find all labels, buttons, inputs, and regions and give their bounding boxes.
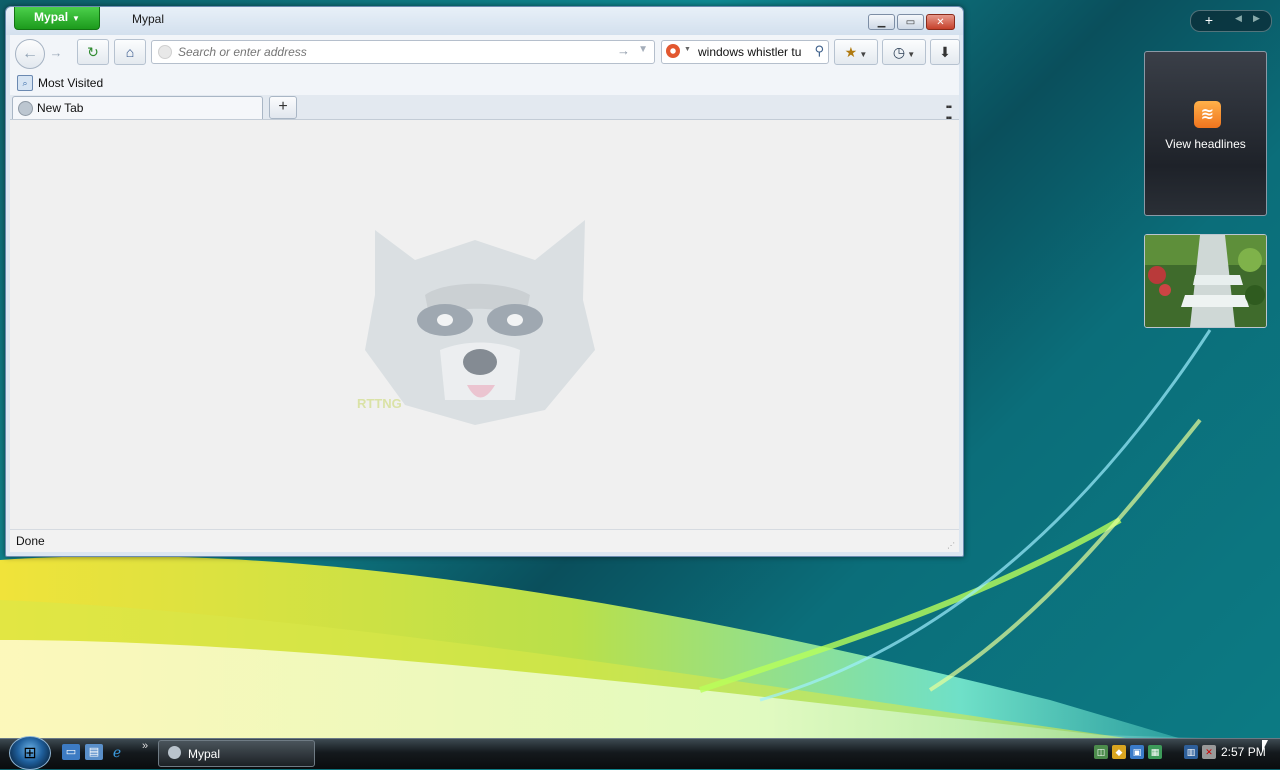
search-input[interactable] <box>698 44 806 60</box>
taskbar-button-label: Mypal <box>188 747 221 761</box>
internet-explorer-icon[interactable]: ℯ <box>108 744 126 760</box>
history-dropdown-icon[interactable]: ▼ <box>638 44 648 55</box>
maximize-icon: ▭ <box>905 16 916 28</box>
status-bar: Done ⋰ <box>10 529 959 552</box>
bookmarks-menu-button[interactable]: ★ ▼ <box>834 39 878 65</box>
minimize-icon: ▁ <box>877 16 886 28</box>
reload-icon: ↻ <box>87 44 99 60</box>
windows-logo-icon: ⊞ <box>23 745 37 762</box>
bookmarks-toolbar: ⌕ Most Visited <box>10 73 959 95</box>
close-button[interactable]: ✕ <box>926 14 955 30</box>
mascot-logo-text: RTTNG <box>357 396 402 411</box>
browser-window: Mypal▼ Mypal ▁ ▭ ✕ ← → ↻ ⌂ → ▼ ▼ ⚲ ★ ▼ ◷… <box>5 6 964 557</box>
system-clock[interactable]: 2:57 PM <box>1221 745 1266 759</box>
update-tray-icon[interactable]: ▣ <box>1130 745 1144 759</box>
forward-arrow-icon: → <box>49 45 63 60</box>
tab-label: New Tab <box>37 101 84 115</box>
chevron-down-icon: ▼ <box>905 50 916 59</box>
title-bar[interactable]: Mypal ▼ Mypal ▁ ▭ ✕ <box>6 7 963 35</box>
plus-icon: + <box>278 98 288 115</box>
system-tray: ◫ ◆ ▣ ▦ ▥ ✕ <box>1094 742 1216 762</box>
history-button[interactable]: ◷ ▼ <box>882 39 926 65</box>
page-identity-icon <box>158 45 172 59</box>
tab-new-tab[interactable]: New Tab <box>12 96 263 119</box>
feed-headlines-gadget[interactable]: ≋ View headlines <box>1144 51 1267 216</box>
history-clock-icon: ◷ <box>892 44 906 60</box>
minimize-button[interactable]: ▁ <box>868 14 895 30</box>
home-button[interactable]: ⌂ <box>114 39 146 65</box>
rss-feed-icon: ≋ <box>1194 101 1221 128</box>
status-text: Done <box>16 534 45 548</box>
download-arrow-icon: ⬇ <box>939 44 951 60</box>
quick-launch-chevron-icon[interactable]: » <box>142 740 148 752</box>
bookmark-most-visited[interactable]: ⌕ Most Visited <box>17 75 103 91</box>
forward-button[interactable]: → <box>45 43 67 63</box>
page-content: RTTNG <box>10 119 959 530</box>
duckduckgo-icon[interactable] <box>666 44 680 58</box>
navigation-toolbar: ← → ↻ ⌂ → ▼ ▼ ⚲ ★ ▼ ◷ ▼ ⬇ <box>10 35 960 73</box>
address-bar[interactable]: → ▼ <box>151 40 655 64</box>
slideshow-gadget[interactable] <box>1144 234 1267 328</box>
chevron-down-icon: ▼ <box>72 14 80 23</box>
chevron-down-icon: ▼ <box>857 50 868 59</box>
search-bar[interactable]: ▼ ⚲ <box>661 40 829 64</box>
previous-arrow-icon[interactable]: ◀ <box>1235 13 1242 24</box>
app-menu-label: Mypal <box>34 10 69 24</box>
window-title: Mypal <box>132 12 165 26</box>
tab-favicon-icon <box>18 101 33 116</box>
mouse-cursor-icon <box>1262 740 1268 752</box>
security-shield-icon[interactable]: ◆ <box>1112 745 1126 759</box>
most-visited-folder-icon: ⌕ <box>17 75 33 91</box>
view-headlines-label: View headlines <box>1165 137 1246 151</box>
bookmark-star-icon: ★ <box>844 44 858 60</box>
resize-grip-icon[interactable]: ⋰ <box>947 541 955 550</box>
app-menu-button[interactable]: Mypal ▼ <box>14 7 100 30</box>
go-arrow-icon[interactable]: → <box>617 43 630 58</box>
url-input[interactable] <box>176 43 610 61</box>
app-tray-icon[interactable]: ▦ <box>1148 745 1162 759</box>
taskbar-button-mypal[interactable]: Mypal <box>158 740 315 767</box>
volume-muted-icon[interactable]: ✕ <box>1202 745 1216 759</box>
bookmark-label: Most Visited <box>38 76 104 90</box>
magnifier-icon[interactable]: ⚲ <box>814 43 824 59</box>
next-arrow-icon[interactable]: ▶ <box>1253 13 1260 24</box>
raccoon-mascot-image: RTTNG <box>357 220 595 425</box>
new-tab-button[interactable]: + <box>269 96 297 119</box>
window-controls: ▁ ▭ ✕ <box>868 14 955 30</box>
gadget-bar: + ◀ ▶ <box>1190 10 1272 32</box>
chevron-down-icon[interactable]: ▼ <box>684 46 691 53</box>
nav-buttons: ← → <box>15 39 72 69</box>
maximize-button[interactable]: ▭ <box>897 14 924 30</box>
network-tray-icon[interactable]: ◫ <box>1094 745 1108 759</box>
add-gadget-button[interactable]: + <box>1195 12 1223 28</box>
downloads-button[interactable]: ⬇ <box>930 39 960 65</box>
network-connection-icon[interactable]: ▥ <box>1184 745 1198 759</box>
mypal-app-icon <box>168 746 181 759</box>
back-button[interactable]: ← <box>15 39 45 69</box>
show-desktop-icon[interactable]: ▭ <box>62 744 80 760</box>
close-icon: ✕ <box>936 16 945 28</box>
back-arrow-icon: ← <box>22 45 38 62</box>
tab-strip: New Tab + ▪▪▪▪ <box>10 95 959 124</box>
home-icon: ⌂ <box>125 44 135 60</box>
start-button[interactable]: ⊞ <box>9 736 51 770</box>
switch-windows-icon[interactable]: ▤ <box>85 744 103 760</box>
reload-button[interactable]: ↻ <box>77 39 109 65</box>
waterfall-photo <box>1145 235 1266 327</box>
